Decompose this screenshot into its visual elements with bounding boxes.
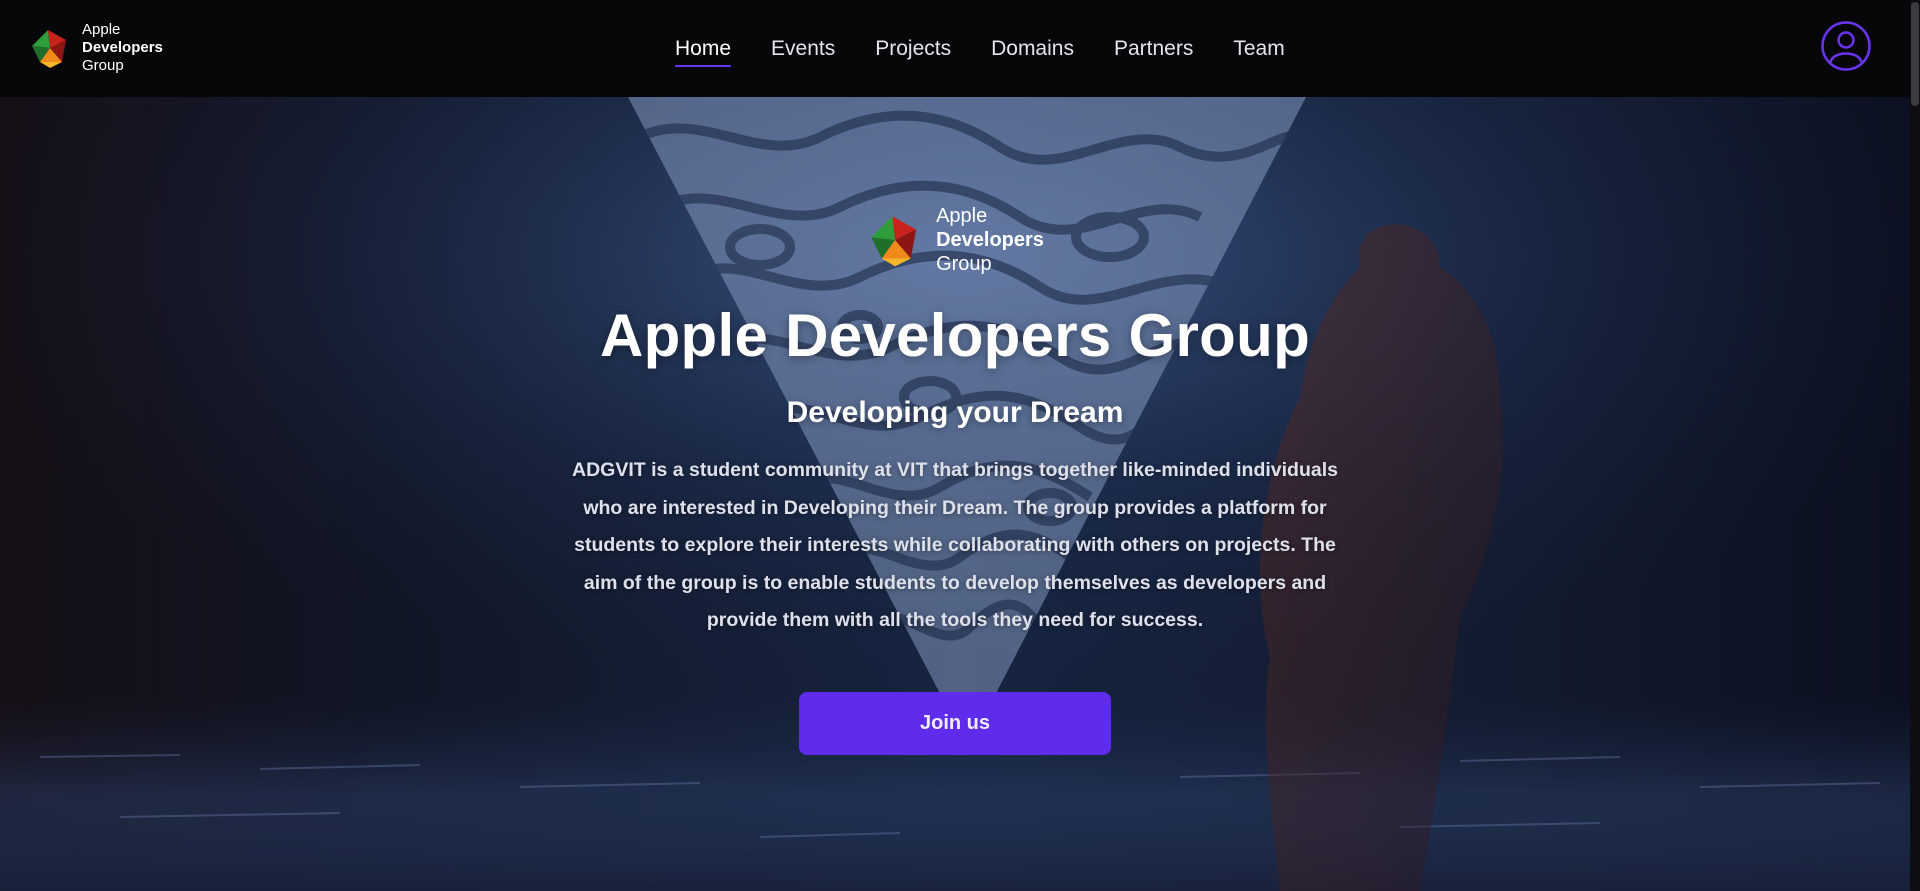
nav-home[interactable]: Home	[675, 31, 732, 67]
hero-logo: Apple Developers Group	[866, 205, 1044, 275]
nav-partners[interactable]: Partners	[1114, 31, 1193, 67]
profile-button[interactable]	[1820, 20, 1872, 72]
adg-logo-icon	[871, 216, 917, 267]
nav-events[interactable]: Events	[771, 31, 835, 67]
scrollbar-thumb[interactable]	[1911, 2, 1919, 106]
hero-description: ADGVIT is a student community at VIT tha…	[571, 459, 1338, 631]
hero-subtitle: Developing your Dream	[786, 396, 1124, 429]
hero-content: Apple Developers Group Apple Developers …	[0, 97, 1910, 891]
brand-line-2: Developers	[82, 39, 163, 56]
hero-logo-text: Apple Developers Group	[936, 204, 1044, 276]
navbar: Apple Developers Group Home Events Proje…	[0, 0, 1920, 97]
adg-logo-icon	[32, 30, 66, 68]
page: Apple Developers Group Home Events Proje…	[0, 0, 1920, 891]
nav-projects[interactable]: Projects	[875, 31, 951, 67]
hero-logo-line-3: Group	[936, 253, 992, 275]
nav-domains[interactable]: Domains	[991, 31, 1074, 67]
main-nav: Home Events Projects Domains Partners Te…	[675, 0, 1325, 97]
brand-logo-link[interactable]: Apple Developers Group	[28, 20, 163, 76]
join-us-button[interactable]: Join us	[799, 691, 1111, 755]
hero-title: Apple Developers Group	[599, 302, 1311, 369]
nav-team[interactable]: Team	[1233, 31, 1284, 67]
user-circle-icon	[1821, 21, 1871, 71]
brand-line-1: Apple	[82, 21, 121, 38]
hero-logo-line-2: Developers	[936, 229, 1044, 251]
hero-section: Apple Developers Group Apple Developers …	[0, 97, 1920, 891]
brand-text: Apple Developers Group	[82, 21, 163, 75]
brand-line-3: Group	[82, 57, 124, 74]
page-scrollbar[interactable]	[1910, 0, 1920, 891]
hero-logo-line-1: Apple	[936, 205, 988, 227]
